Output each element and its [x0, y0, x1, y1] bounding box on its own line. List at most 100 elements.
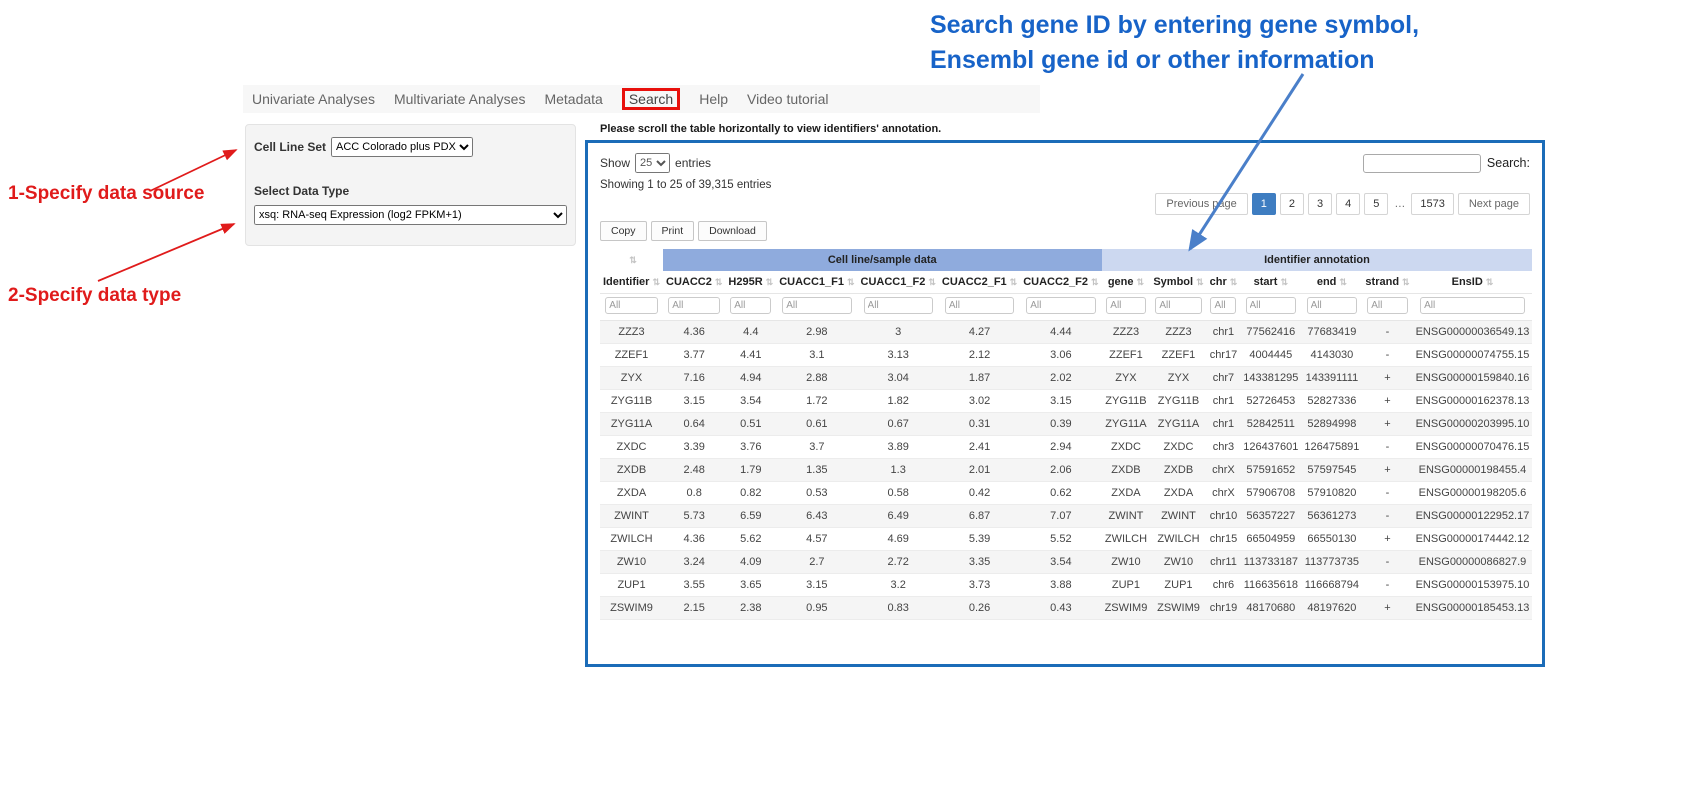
- table-search-input[interactable]: [1363, 154, 1481, 173]
- table-cell: 48197620: [1301, 597, 1362, 620]
- table-cell: 56357227: [1240, 505, 1301, 528]
- column-header-ensid[interactable]: EnsID⇅: [1413, 271, 1533, 294]
- table-cell: 2.38: [725, 597, 776, 620]
- filter-input-cuacc2[interactable]: [668, 297, 720, 314]
- column-header-strand[interactable]: strand⇅: [1362, 271, 1412, 294]
- table-cell: 2.72: [858, 551, 939, 574]
- filter-input-ensid[interactable]: [1420, 297, 1525, 314]
- table-cell: ENSG00000070476.15: [1413, 436, 1533, 459]
- table-cell: chr15: [1207, 528, 1241, 551]
- filter-input-strand[interactable]: [1367, 297, 1408, 314]
- table-row[interactable]: ZXDC3.393.763.73.892.412.94ZXDCZXDCchr31…: [600, 436, 1532, 459]
- filter-input-h295r[interactable]: [730, 297, 771, 314]
- data-type-select[interactable]: xsq: RNA-seq Expression (log2 FPKM+1): [254, 205, 567, 225]
- table-cell: ZZZ3: [1102, 321, 1151, 344]
- table-row[interactable]: ZXDB2.481.791.351.32.012.06ZXDBZXDBchrX5…: [600, 459, 1532, 482]
- nav-item-metadata[interactable]: Metadata: [544, 91, 602, 107]
- table-row[interactable]: ZXDA0.80.820.530.580.420.62ZXDAZXDAchrX5…: [600, 482, 1532, 505]
- column-header-cuacc2[interactable]: CUACC2⇅: [663, 271, 725, 294]
- table-cell: 4.57: [776, 528, 857, 551]
- table-cell: 3.35: [939, 551, 1020, 574]
- table-row[interactable]: ZZZ34.364.42.9834.274.44ZZZ3ZZZ3chr17756…: [600, 321, 1532, 344]
- filter-input-cuacc1-f1[interactable]: [782, 297, 851, 314]
- table-cell: ZW10: [600, 551, 663, 574]
- table-row[interactable]: ZUP13.553.653.153.23.733.88ZUP1ZUP1chr61…: [600, 574, 1532, 597]
- table-row[interactable]: ZZEF13.774.413.13.132.123.06ZZEF1ZZEF1ch…: [600, 344, 1532, 367]
- table-cell: 57906708: [1240, 482, 1301, 505]
- column-header-gene[interactable]: gene⇅: [1102, 271, 1151, 294]
- column-header-cuacc2-f2[interactable]: CUACC2_F2⇅: [1020, 271, 1101, 294]
- table-cell: 1.35: [776, 459, 857, 482]
- column-header-cuacc2-f1[interactable]: CUACC2_F1⇅: [939, 271, 1020, 294]
- table-cell: 2.12: [939, 344, 1020, 367]
- column-label: Symbol: [1153, 276, 1193, 288]
- nav-item-search[interactable]: Search: [622, 88, 680, 110]
- filter-input-start[interactable]: [1246, 297, 1297, 314]
- download-button[interactable]: Download: [698, 221, 767, 241]
- table-row[interactable]: ZW103.244.092.72.723.353.54ZW10ZW10chr11…: [600, 551, 1532, 574]
- column-header-h295r[interactable]: H295R⇅: [725, 271, 776, 294]
- column-header-start[interactable]: start⇅: [1240, 271, 1301, 294]
- table-cell: 57591652: [1240, 459, 1301, 482]
- page-button-1[interactable]: 1: [1252, 193, 1276, 215]
- entries-label: entries: [675, 156, 711, 170]
- table-row[interactable]: ZWILCH4.365.624.574.695.395.52ZWILCHZWIL…: [600, 528, 1532, 551]
- column-header-cuacc1-f1[interactable]: CUACC1_F1⇅: [776, 271, 857, 294]
- filter-input-cuacc1-f2[interactable]: [864, 297, 933, 314]
- table-cell: 4.36: [663, 321, 725, 344]
- filter-cell: [858, 294, 939, 321]
- filter-input-cuacc2-f2[interactable]: [1026, 297, 1095, 314]
- nav-item-video-tutorial[interactable]: Video tutorial: [747, 91, 828, 107]
- column-header-cuacc1-f2[interactable]: CUACC1_F2⇅: [858, 271, 939, 294]
- page-button-2[interactable]: 2: [1280, 193, 1304, 215]
- table-cell: 52842511: [1240, 413, 1301, 436]
- column-label: Identifier: [603, 276, 649, 288]
- table-cell: ZYG11B: [600, 390, 663, 413]
- next-page-button[interactable]: Next page: [1458, 193, 1530, 215]
- page-button-1573[interactable]: 1573: [1411, 193, 1453, 215]
- nav-item-help[interactable]: Help: [699, 91, 728, 107]
- copy-button[interactable]: Copy: [600, 221, 647, 241]
- table-cell: ZYX: [600, 367, 663, 390]
- table-cell: ENSG00000159840.16: [1413, 367, 1533, 390]
- column-label: CUACC1_F2: [861, 276, 926, 288]
- table-cell: 3.04: [858, 367, 939, 390]
- table-cell: ZW10: [1150, 551, 1206, 574]
- sort-icon: ⇅: [766, 277, 774, 287]
- red-annotation-1: 1-Specify data source: [8, 183, 204, 205]
- page-length-select[interactable]: 25: [635, 153, 670, 173]
- column-header-identifier[interactable]: Identifier⇅: [600, 271, 663, 294]
- print-button[interactable]: Print: [651, 221, 695, 241]
- filter-input-identifier[interactable]: [605, 297, 657, 314]
- table-cell: 5.73: [663, 505, 725, 528]
- filter-input-chr[interactable]: [1210, 297, 1236, 314]
- table-cell: chrX: [1207, 459, 1241, 482]
- page-button-3[interactable]: 3: [1308, 193, 1332, 215]
- cell-line-set-select[interactable]: ACC Colorado plus PDX: [331, 137, 473, 157]
- table-row[interactable]: ZYG11B3.153.541.721.823.023.15ZYG11BZYG1…: [600, 390, 1532, 413]
- filter-input-end[interactable]: [1307, 297, 1358, 314]
- column-header-end[interactable]: end⇅: [1301, 271, 1362, 294]
- previous-page-button[interactable]: Previous page: [1155, 193, 1247, 215]
- table-cell: 1.82: [858, 390, 939, 413]
- sort-icon: ⇅: [1230, 277, 1238, 287]
- table-cell: chr1: [1207, 321, 1241, 344]
- table-row[interactable]: ZSWIM92.152.380.950.830.260.43ZSWIM9ZSWI…: [600, 597, 1532, 620]
- table-row[interactable]: ZWINT5.736.596.436.496.877.07ZWINTZWINTc…: [600, 505, 1532, 528]
- column-header-symbol[interactable]: Symbol⇅: [1150, 271, 1206, 294]
- table-cell: 3: [858, 321, 939, 344]
- identifier-group-header[interactable]: ⇅: [600, 249, 663, 271]
- nav-item-univariate-analyses[interactable]: Univariate Analyses: [252, 91, 375, 107]
- nav-item-multivariate-analyses[interactable]: Multivariate Analyses: [394, 91, 526, 107]
- page-button-5[interactable]: 5: [1364, 193, 1388, 215]
- table-cell: 0.67: [858, 413, 939, 436]
- sort-icon: ⇅: [847, 277, 855, 287]
- table-row[interactable]: ZYX7.164.942.883.041.872.02ZYXZYXchr7143…: [600, 367, 1532, 390]
- filter-input-gene[interactable]: [1106, 297, 1145, 314]
- filter-input-symbol[interactable]: [1155, 297, 1201, 314]
- filter-input-cuacc2-f1[interactable]: [945, 297, 1014, 314]
- page-button-4[interactable]: 4: [1336, 193, 1360, 215]
- table-row[interactable]: ZYG11A0.640.510.610.670.310.39ZYG11AZYG1…: [600, 413, 1532, 436]
- filter-cell: [1207, 294, 1241, 321]
- column-header-chr[interactable]: chr⇅: [1207, 271, 1241, 294]
